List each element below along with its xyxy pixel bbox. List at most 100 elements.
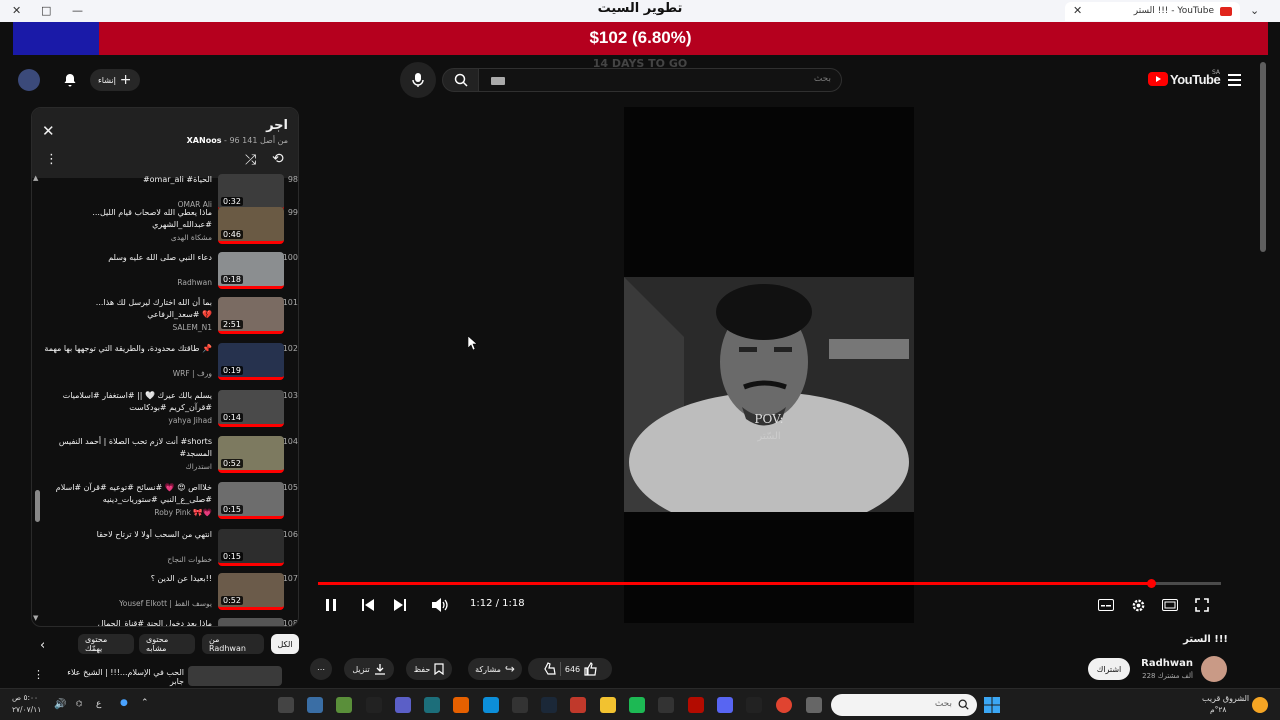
video-player[interactable]: POV: السّتر 1:12 / 1:18 [318, 107, 1221, 623]
playlist-item-title[interactable]: ماذا بعد دخول الجنة #قناة_الجمال [42, 618, 212, 626]
playlist-item-title[interactable]: يسلم بالك عيرك 🤍 || #استغفار #اسلاميات #… [42, 390, 212, 414]
task-view-icon[interactable] [806, 697, 822, 713]
playlist-item-thumbnail[interactable]: 0:52 [218, 573, 284, 610]
playlist-item-thumbnail[interactable]: 0:15 [218, 482, 284, 519]
next-icon[interactable] [390, 595, 410, 615]
tray-expand-icon[interactable]: ⌃ [141, 698, 149, 708]
channel-name[interactable]: Radhwan [1141, 658, 1193, 669]
more-actions-icon[interactable]: ⋯ [310, 658, 332, 680]
spotify-app-icon[interactable] [629, 697, 645, 713]
acrobat-app-icon[interactable] [688, 697, 704, 713]
previous-icon[interactable] [358, 595, 378, 615]
speaker-icon[interactable]: 🔊 [54, 699, 66, 710]
playlist-item-channel[interactable]: SALEM_N1 [172, 323, 212, 332]
playlist-item-title[interactable]: أنت لازم تحب الصلاة | أحمد النفيس #short… [42, 436, 212, 460]
discord-app-icon[interactable] [717, 697, 733, 713]
playlist-item-thumbnail[interactable]: 2:51 [218, 297, 284, 334]
playlist-item[interactable]: 103 0:14 يسلم بالك عيرك 🤍 || #استغفار #اسل… [32, 390, 298, 436]
progress-bar[interactable] [318, 579, 1221, 588]
download-button[interactable]: تنزيل [344, 658, 394, 680]
miniplayer-icon[interactable] [1160, 595, 1180, 615]
playlist-item-channel[interactable]: مشكاة الهدى [171, 233, 212, 242]
playlist-item-thumbnail[interactable]: 0:52 [218, 436, 284, 473]
volume-icon[interactable] [430, 595, 450, 615]
page-scrollbar[interactable] [1260, 62, 1266, 252]
video-frame[interactable]: POV: السّتر [624, 107, 914, 623]
teams-app-icon[interactable] [395, 697, 411, 713]
weather-text[interactable]: الشروق قريب [1202, 694, 1249, 703]
tab-close-icon[interactable]: ✕ [1073, 4, 1082, 17]
subscribe-button[interactable]: اشتراك [1088, 658, 1130, 680]
playlist-more-icon[interactable]: ⋮ [45, 152, 58, 167]
playlist-item-channel[interactable]: Yousef Elkott | يوسف القط [119, 599, 212, 608]
browser-tab[interactable]: ✕ الستر !!! - YouTube [1065, 2, 1240, 21]
voice-app-icon[interactable] [570, 697, 586, 713]
playlist-item-thumbnail[interactable]: 0:14 [218, 390, 284, 427]
playlist-item-thumbnail[interactable] [218, 618, 284, 626]
files-app-icon[interactable] [600, 697, 616, 713]
playlist-item[interactable]: 105 0:15 خلاااص 😍 💗 #نسائح #توعيه #قرآن #ا… [32, 482, 298, 528]
playlist-item-thumbnail[interactable]: 0:18 [218, 252, 284, 289]
playlist-item-channel[interactable]: Roby Pink 🎀💗 [154, 508, 212, 517]
playlist-item[interactable]: 99 0:46 ماذا يعطي الله لاصحاب قيام الليل..… [32, 207, 298, 253]
playlist-item-title[interactable]: دعاء النبي صلى الله عليه وسلم [42, 252, 212, 264]
youtube-logo-icon[interactable] [1148, 72, 1168, 86]
subtitles-icon[interactable] [1096, 595, 1116, 615]
playlist-item-title[interactable]: خلاااص 😍 💗 #نسائح #توعيه #قرآن #اسلام #ص… [42, 482, 212, 506]
epic-games-app-icon[interactable] [746, 697, 762, 713]
taskbar-search[interactable]: بحث [831, 694, 977, 716]
pause-icon[interactable] [321, 595, 341, 615]
playlist-item-thumbnail[interactable]: 0:19 [218, 343, 284, 380]
search-button[interactable] [442, 68, 480, 92]
sync-app-icon[interactable] [512, 697, 528, 713]
progress-scrubber[interactable] [1147, 579, 1157, 588]
windows-start-icon[interactable] [984, 697, 1000, 713]
playlist-item-thumbnail[interactable]: 0:15 [218, 529, 284, 566]
playlist-scrollbar[interactable] [35, 490, 40, 522]
playlist-item[interactable]: 108 ماذا بعد دخول الجنة #قناة_الجمال [32, 618, 298, 626]
playlist-item-title[interactable]: ماذا يعطي الله لاصحاب قيام الليل... #عبد… [42, 207, 212, 231]
playlist-item-channel[interactable]: WRF | ورف [173, 369, 212, 378]
playlist-item-title[interactable]: #omar_ali #الحياة [42, 174, 212, 186]
chrome-app-icon[interactable] [776, 697, 792, 713]
sunrise-weather-icon[interactable] [1252, 697, 1268, 713]
chip-0[interactable]: الكل [271, 634, 299, 654]
chip-2[interactable]: محتوى مشابه [139, 634, 195, 654]
loop-icon[interactable]: ⟲ [272, 151, 284, 167]
playlist-item[interactable]: 107 0:52 بعيدا عن الدين ؟!! Yousef Elkott |… [32, 573, 298, 619]
chip-1[interactable]: من Radhwan [202, 634, 264, 654]
firefox-app-icon[interactable] [453, 697, 469, 713]
search-input[interactable]: بحث [478, 68, 842, 92]
playlist-item-title[interactable]: انتهي من السحب أولا لا ترتاح لاحقا [42, 529, 212, 541]
terminal-app-icon[interactable] [424, 697, 440, 713]
playlist-item[interactable]: 101 2:51 بما أن الله اختارك ليرسل لك هذا..… [32, 297, 298, 343]
playlist-item-thumbnail[interactable]: 0:46 [218, 207, 284, 244]
chip-3[interactable]: محتوى يهمّك [78, 634, 134, 654]
playlist-item-channel[interactable]: خطوات النجاح [167, 555, 212, 564]
edge-app-icon[interactable] [483, 697, 499, 713]
chatgpt-app-icon[interactable] [658, 697, 674, 713]
network-icon[interactable]: ⌬ [76, 699, 83, 708]
ad-banner[interactable]: $102 (6.80%) [13, 22, 1268, 55]
playlist-item[interactable]: 106 0:15 انتهي من السحب أولا لا ترتاح لاحق… [32, 529, 298, 575]
dislike-icon[interactable] [542, 662, 556, 676]
like-icon[interactable] [584, 662, 598, 676]
playlist-item[interactable]: 100 0:18 دعاء النبي صلى الله عليه وسلم Radh… [32, 252, 298, 298]
github-app-icon[interactable] [366, 697, 382, 713]
keyboard-icon[interactable] [491, 77, 505, 85]
tab-list-chevron-icon[interactable]: ⌄ [1250, 4, 1259, 17]
scroll-up-arrow-icon[interactable]: ▲ [33, 174, 38, 182]
playlist-item[interactable]: 104 0:52 أنت لازم تحب الصلاة | أحمد النفيس… [32, 436, 298, 482]
recommendation-thumbnail[interactable] [188, 666, 282, 686]
playlist-item-thumbnail[interactable]: 0:32 [218, 174, 284, 211]
playlist-owner[interactable]: XANoos [187, 136, 222, 145]
fullscreen-icon[interactable] [1192, 595, 1212, 615]
voice-search-mic-icon[interactable] [400, 62, 436, 98]
save-button[interactable]: حفظ [406, 658, 452, 680]
steam-app-icon[interactable] [541, 697, 557, 713]
settings-gear-icon[interactable] [1128, 595, 1148, 615]
chips-left-arrow-icon[interactable]: ‹ [40, 638, 45, 653]
playlist-item-channel[interactable]: yahya Jihad [168, 416, 212, 425]
playlist-item-channel[interactable]: Radhwan [177, 278, 212, 287]
input-language[interactable]: ع [96, 699, 101, 709]
